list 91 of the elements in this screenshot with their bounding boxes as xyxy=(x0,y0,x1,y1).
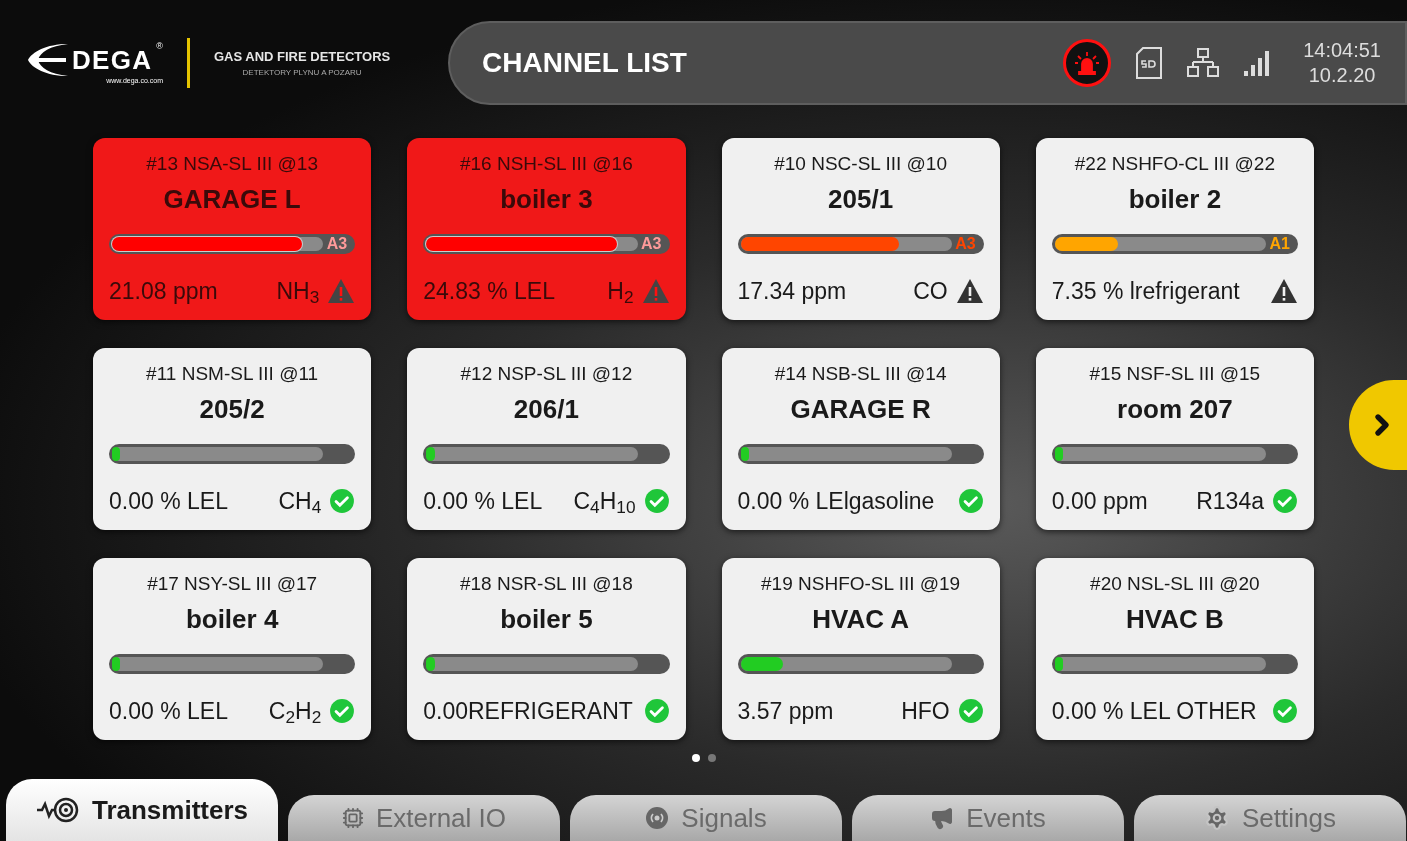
gas-label: NH$_{3}$ xyxy=(276,276,320,308)
warning-icon xyxy=(1270,277,1298,304)
channel-name: boiler 4 xyxy=(185,602,279,635)
warning-icon xyxy=(327,277,356,304)
clock-time: 14:04:51 xyxy=(1303,38,1381,63)
channel-card[interactable]: #13 NSA-SL III @13 GARAGE L A3 21.08 ppm NH$_{3}$ xyxy=(93,138,372,320)
gas-label: C$_{2}$H$_{2}$ xyxy=(268,696,322,728)
reading-value: 7.35 % lrefrigerant xyxy=(1051,276,1240,306)
device-label: #18 NSR-SL III @18 xyxy=(460,572,633,596)
signal-wave-icon xyxy=(35,796,80,824)
channel-name: 205/1 xyxy=(828,182,894,215)
check-icon xyxy=(957,487,984,514)
channel-name: HVAC A xyxy=(812,602,909,635)
reading-value: 0.00 % LElgasoline xyxy=(737,486,935,516)
device-label: #11 NSM-SL III @11 xyxy=(146,362,319,386)
device-label: #22 NSHFO-CL III @22 xyxy=(1074,152,1275,176)
reading-value: 0.00REFRIGERANT xyxy=(423,696,633,726)
channel-name: HVAC B xyxy=(1126,602,1224,635)
check-icon xyxy=(1272,697,1298,724)
check-icon xyxy=(329,697,356,724)
alarm-level-label: A1 xyxy=(1269,234,1290,255)
gas-label: HFO xyxy=(901,696,950,726)
brand-logo: DEGA xyxy=(72,46,153,73)
channel-card[interactable]: #17 NSY-SL III @17 boiler 4 0.00 % LEL C$_{2}$H$_{2}$ xyxy=(93,558,372,740)
gas-label: CO xyxy=(913,276,948,306)
reading-value: 0.00 % LEL xyxy=(109,486,228,516)
reading-value: 24.83 % LEL xyxy=(423,276,555,306)
channel-card[interactable]: #20 NSL-SL III @20 HVAC B 0.00 % LEL OTHER xyxy=(1035,558,1314,740)
settings-icon xyxy=(1204,805,1230,831)
channel-card[interactable]: #10 NSC-SL III @10 205/1 A3 17.34 ppm CO xyxy=(721,138,1000,320)
reading-value: 21.08 ppm xyxy=(109,276,218,306)
alarm-level-label: A3 xyxy=(326,234,348,255)
next-page-button[interactable] xyxy=(1349,380,1407,470)
gas-label: H$_{2}$ xyxy=(607,276,634,308)
chip-icon xyxy=(341,807,364,829)
megaphone-icon xyxy=(930,806,955,830)
device-label: #20 NSL-SL III @20 xyxy=(1090,572,1260,596)
reading-value: 3.57 ppm xyxy=(737,696,834,726)
brand-tagline-local: DETEKTORY PLYNU A POZARU xyxy=(242,66,362,79)
channel-name: boiler 5 xyxy=(500,602,593,635)
reading-value: 0.00 % LEL OTHER xyxy=(1051,696,1257,726)
network-icon[interactable] xyxy=(1187,48,1220,78)
siren-icon xyxy=(1074,51,1101,75)
channel-name: 205/2 xyxy=(199,392,265,425)
channel-card[interactable]: #19 NSHFO-SL III @19 HVAC A 3.57 ppm HFO xyxy=(721,558,1000,740)
channel-card[interactable]: #16 NSH-SL III @16 boiler 3 A3 24.83 % LEL H$_{2}$ xyxy=(407,138,686,320)
check-icon xyxy=(1272,487,1298,514)
channel-card[interactable]: #22 NSHFO-CL III @22 boiler 2 A1 7.35 % lrefrigerant xyxy=(1035,138,1314,320)
channel-name: boiler 2 xyxy=(1128,182,1222,215)
alarm-indicator[interactable] xyxy=(1063,39,1112,87)
reading-value: 0.00 ppm xyxy=(1051,486,1148,516)
registered-mark: ® xyxy=(156,39,163,53)
check-icon xyxy=(329,487,356,514)
check-icon xyxy=(643,487,670,514)
sd-card-icon[interactable] xyxy=(1135,47,1164,79)
warning-icon xyxy=(955,277,984,304)
gas-label: C$_{4}$H$_{10}$ xyxy=(573,486,636,518)
page-title: CHANNEL LIST xyxy=(482,46,688,80)
device-label: #15 NSF-SL III @15 xyxy=(1089,362,1261,386)
reading-value: 0.00 % LEL xyxy=(423,486,543,516)
device-label: #12 NSP-SL III @12 xyxy=(460,362,633,386)
device-label: #13 NSA-SL III @13 xyxy=(146,152,318,176)
channel-name: GARAGE R xyxy=(790,392,931,425)
channel-card[interactable]: #15 NSF-SL III @15 room 207 0.00 ppm R134a xyxy=(1035,348,1314,530)
device-label: #16 NSH-SL III @16 xyxy=(460,152,633,176)
radio-waves-icon xyxy=(645,806,670,830)
device-label: #10 NSC-SL III @10 xyxy=(774,152,947,176)
signal-strength-icon xyxy=(1243,49,1272,77)
alarm-level-label: A3 xyxy=(641,234,662,255)
check-icon xyxy=(643,697,670,724)
channel-card[interactable]: #11 NSM-SL III @11 205/2 0.00 % LEL CH$_{4}$ xyxy=(93,348,372,530)
channel-name: 206/1 xyxy=(513,392,579,425)
channel-name: GARAGE L xyxy=(163,182,301,215)
warning-icon xyxy=(641,277,670,304)
gas-label: CH$_{4}$ xyxy=(278,486,322,518)
nav-tab[interactable]: Transmitters xyxy=(6,779,278,841)
channel-name: boiler 3 xyxy=(500,182,593,215)
device-label: #19 NSHFO-SL III @19 xyxy=(761,572,961,596)
reading-value: 17.34 ppm xyxy=(737,276,847,306)
channel-card[interactable]: #14 NSB-SL III @14 GARAGE R 0.00 % LElgasoline xyxy=(721,348,1000,530)
channel-card[interactable]: #12 NSP-SL III @12 206/1 0.00 % LEL C$_{4}$H$_{10}$ xyxy=(407,348,686,530)
device-label: #17 NSY-SL III @17 xyxy=(147,572,318,596)
gas-label: R134a xyxy=(1196,486,1264,516)
check-icon xyxy=(957,697,984,724)
brand-tagline: GAS AND FIRE DETECTORS xyxy=(213,48,391,67)
alarm-level-label: A3 xyxy=(955,234,976,255)
channel-name: room 207 xyxy=(1117,392,1233,425)
device-label: #14 NSB-SL III @14 xyxy=(774,362,947,386)
channel-card[interactable]: #18 NSR-SL III @18 boiler 5 0.00REFRIGERANT xyxy=(407,558,686,740)
reading-value: 0.00 % LEL xyxy=(109,696,228,726)
clock-date: 10.2.20 xyxy=(1308,63,1376,88)
